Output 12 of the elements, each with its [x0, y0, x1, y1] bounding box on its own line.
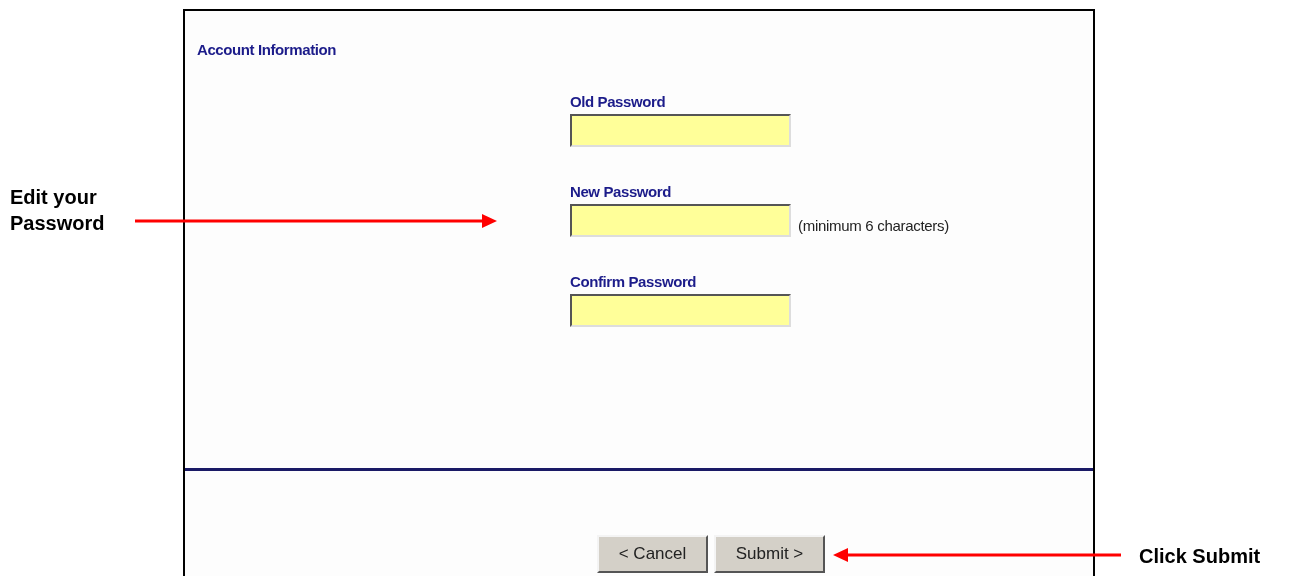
form-button[interactable]: Submit >: [714, 535, 825, 573]
callout-text: Click Submit: [1139, 544, 1261, 569]
field-label: Confirm Password: [570, 273, 697, 290]
section-title: Account Information: [197, 41, 337, 58]
field-label: Old Password: [570, 93, 666, 110]
field-label: New Password: [570, 183, 672, 200]
field-hint: (minimum 6 characters): [798, 217, 949, 236]
form-button[interactable]: < Cancel: [597, 535, 708, 573]
callout-text: Edit your Password: [10, 185, 106, 236]
password-field[interactable]: [570, 204, 791, 237]
password-field[interactable]: [570, 294, 791, 327]
password-field[interactable]: [570, 114, 791, 147]
